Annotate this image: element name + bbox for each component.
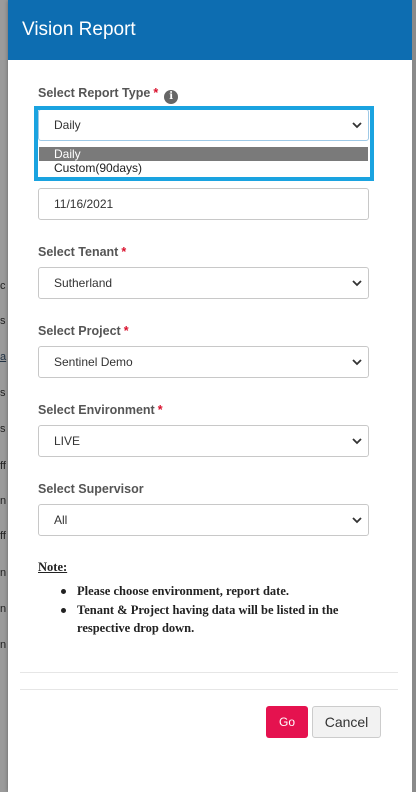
required-mark: * xyxy=(153,86,159,100)
background-text-fragment: s xyxy=(0,423,6,435)
note-item: Tenant & Project having data will be lis… xyxy=(58,601,358,637)
report-date-input[interactable]: 11/16/2021 xyxy=(38,188,369,220)
chevron-down-icon xyxy=(352,438,362,445)
tenant-label-text: Select Tenant xyxy=(38,245,119,259)
background-text-fragment: n xyxy=(0,603,7,615)
report-date-value: 11/16/2021 xyxy=(54,197,114,211)
chevron-down-icon xyxy=(352,359,362,366)
modal-header: Vision Report xyxy=(8,0,412,60)
environment-select[interactable]: LIVE xyxy=(38,425,369,457)
note-list: Please choose environment, report date. … xyxy=(58,582,358,638)
info-icon[interactable]: i xyxy=(164,90,179,104)
project-value: Sentinel Demo xyxy=(54,355,133,369)
chevron-down-icon xyxy=(352,280,362,287)
focus-ring xyxy=(34,106,374,181)
supervisor-label-text: Select Supervisor xyxy=(38,482,144,496)
divider xyxy=(20,672,398,673)
report-type-label: Select Report Type * i xyxy=(38,86,179,104)
tenant-select[interactable]: Sutherland xyxy=(38,267,369,299)
background-text-fragment: ff xyxy=(0,530,6,542)
supervisor-select[interactable]: All xyxy=(38,504,369,536)
background-page-edge xyxy=(412,0,416,792)
background-text-fragment: s xyxy=(0,315,6,327)
environment-value: LIVE xyxy=(54,434,81,448)
footer-divider xyxy=(20,689,398,690)
vision-report-modal: Vision Report Select Report Type * i Daily… xyxy=(8,0,412,792)
background-text-fragment: s xyxy=(0,387,6,399)
background-page: c s a s s ff n ff n n n xyxy=(0,0,8,792)
required-mark: * xyxy=(121,245,127,259)
supervisor-label: Select Supervisor xyxy=(38,482,144,496)
required-mark: * xyxy=(123,324,129,338)
tenant-value: Sutherland xyxy=(54,276,113,290)
note-item: Please choose environment, report date. xyxy=(58,582,358,600)
background-text-fragment: c xyxy=(0,280,6,292)
environment-label: Select Environment * xyxy=(38,403,163,417)
go-button[interactable]: Go xyxy=(266,706,308,738)
background-text-fragment: a xyxy=(0,351,7,363)
background-text-fragment: ff xyxy=(0,460,6,472)
project-label-text: Select Project xyxy=(38,324,121,338)
project-label: Select Project * xyxy=(38,324,129,338)
required-mark: * xyxy=(157,403,163,417)
project-select[interactable]: Sentinel Demo xyxy=(38,346,369,378)
chevron-down-icon xyxy=(352,517,362,524)
background-text-fragment: n xyxy=(0,495,7,507)
report-type-label-text: Select Report Type xyxy=(38,86,151,100)
cancel-button[interactable]: Cancel xyxy=(312,706,381,738)
modal-title: Vision Report xyxy=(22,19,136,40)
environment-label-text: Select Environment xyxy=(38,403,155,417)
note-title: Note: xyxy=(38,560,68,574)
background-text-fragment: n xyxy=(0,639,7,651)
background-text-fragment: n xyxy=(0,567,7,579)
supervisor-value: All xyxy=(54,513,68,527)
tenant-label: Select Tenant * xyxy=(38,245,126,259)
